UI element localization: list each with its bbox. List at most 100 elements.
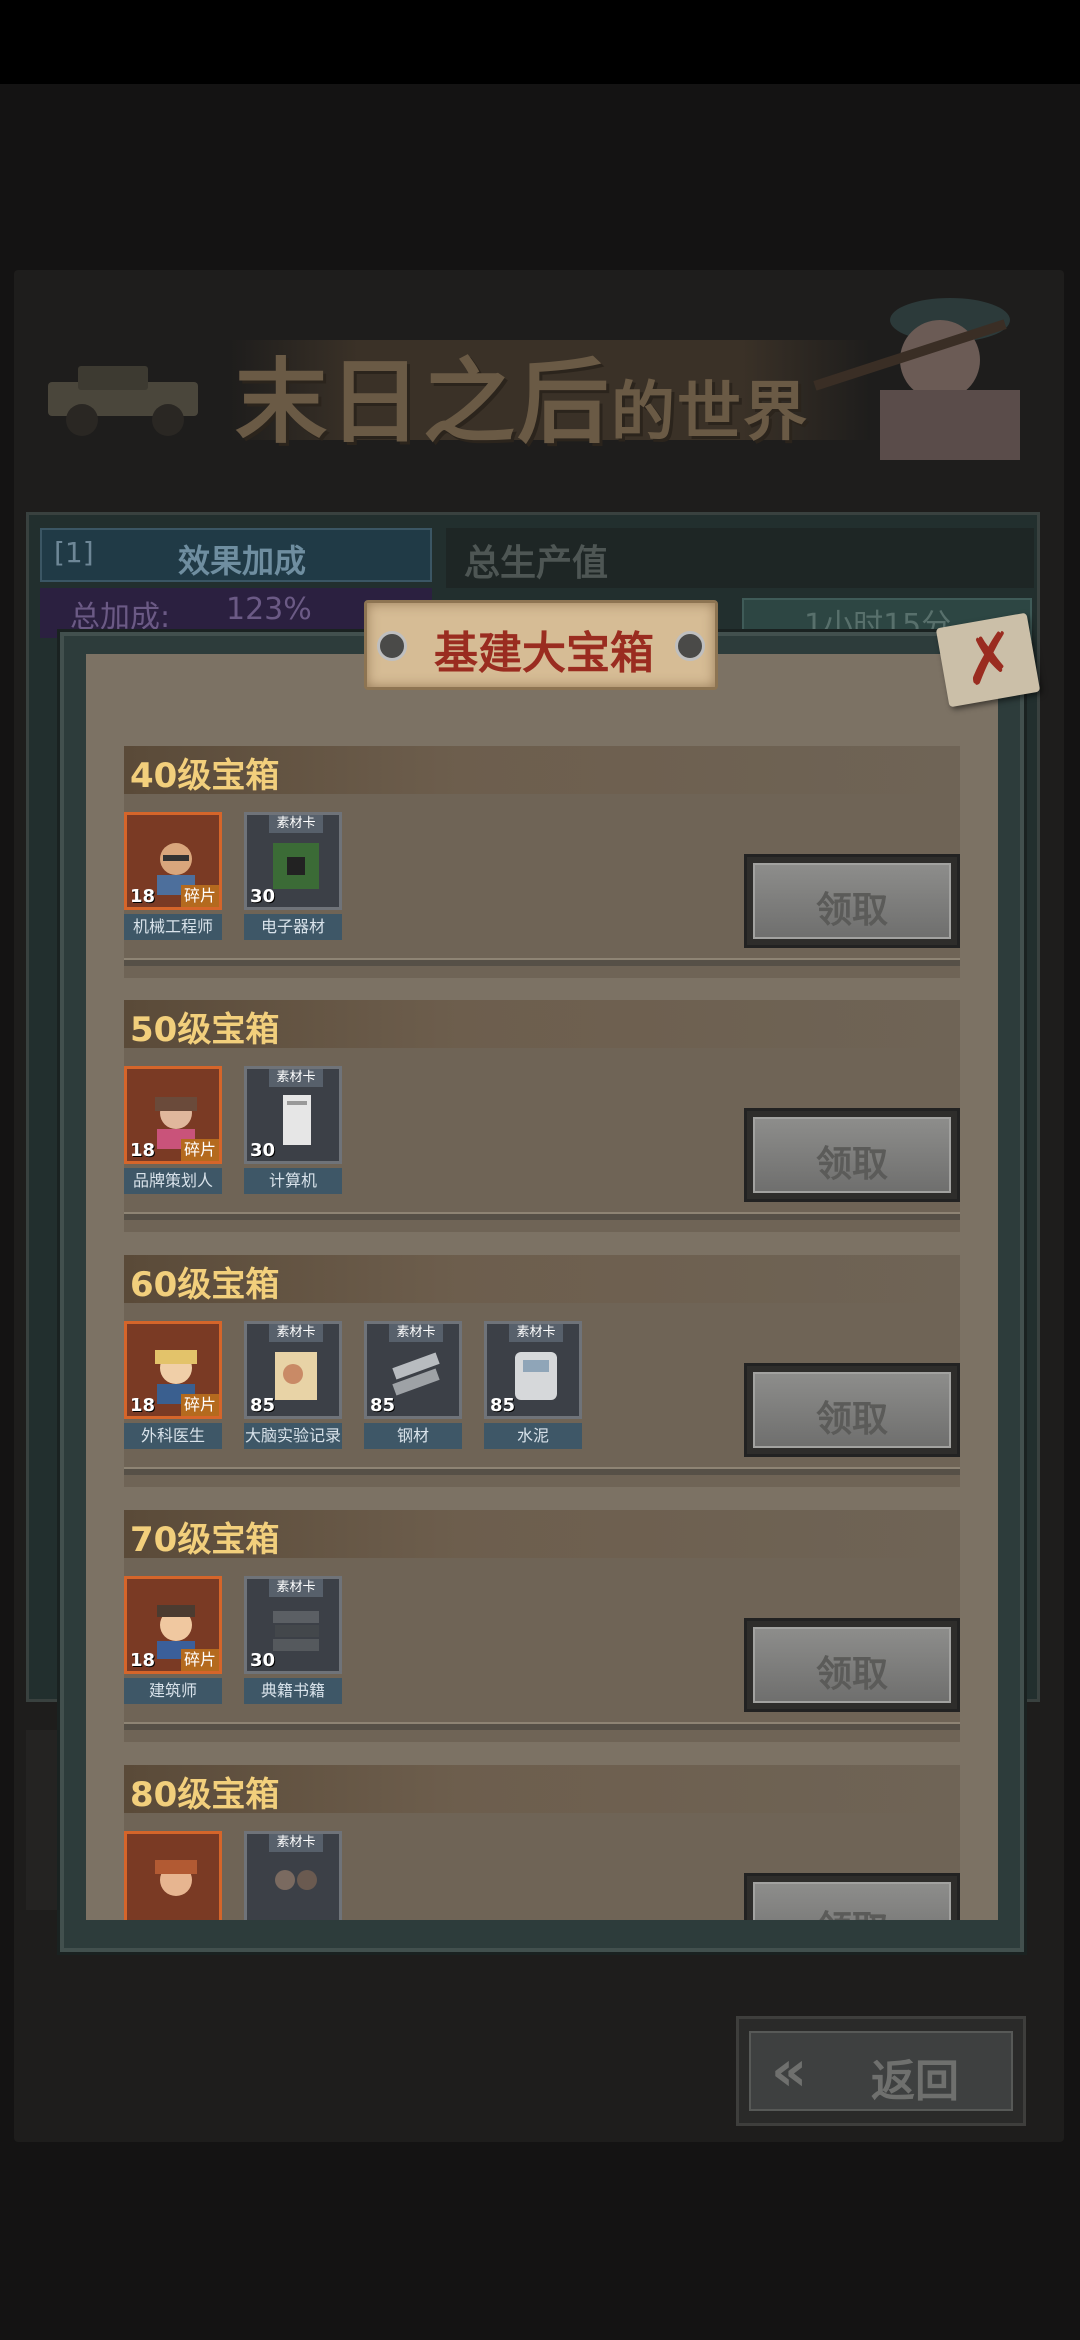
chest-section: 70级宝箱 18 碎片 建筑师 素材卡 30 典籍书籍 领取 — [124, 1510, 960, 1742]
section-divider — [124, 958, 960, 966]
fragment-tag: 碎片 — [180, 1139, 219, 1161]
reward-item[interactable]: 18 碎片 建筑师 — [124, 1576, 222, 1704]
section-divider — [124, 1212, 960, 1220]
reward-count: 85 — [370, 1395, 396, 1416]
reward-name: 水泥 — [484, 1423, 582, 1449]
chest-section: 60级宝箱 18 碎片 外科医生 素材卡 85 大脑实验记录 素材卡 85 钢材 — [124, 1255, 960, 1487]
reward-name: 典籍书籍 — [244, 1678, 342, 1704]
claim-button-label: 领取 — [815, 1144, 888, 1185]
total-output-label: 总生产值 — [464, 543, 609, 584]
claim-button[interactable]: 领取 — [744, 1618, 960, 1712]
back-button-label: 返回 — [871, 2056, 959, 2107]
architect-portrait-icon: 18 碎片 — [124, 1576, 222, 1674]
reward-count: 18 — [130, 886, 156, 907]
claim-button[interactable]: 领取 — [744, 1363, 960, 1457]
reward-count: 85 — [490, 1395, 516, 1416]
reward-item[interactable]: 18 碎片 外科医生 — [124, 1321, 222, 1449]
reward-item[interactable]: 素材卡 30 计算机 — [244, 1066, 342, 1194]
reward-item[interactable] — [124, 1831, 222, 1920]
fragment-tag: 碎片 — [180, 885, 219, 907]
reward-name: 外科医生 — [124, 1423, 222, 1449]
total-bonus-value: 123% — [226, 592, 312, 627]
section-divider — [124, 1467, 960, 1475]
back-arrow-icon: « — [771, 2039, 808, 2104]
reward-name: 钢材 — [364, 1423, 462, 1449]
material-card-tag: 素材卡 — [509, 1324, 563, 1342]
chest-section-title: 40级宝箱 — [130, 756, 280, 796]
claim-button[interactable]: 领取 — [744, 1108, 960, 1202]
material-card-tag: 素材卡 — [269, 1324, 323, 1342]
truck-icon — [48, 366, 198, 436]
chest-modal-content[interactable]: 40级宝箱 18 碎片 机械工程师 素材卡 30 电子器材 领取 50级宝箱 1… — [86, 654, 998, 1920]
reward-count: 18 — [130, 1395, 156, 1416]
material-card-tag: 素材卡 — [269, 815, 323, 833]
claim-button-face: 领取 — [753, 1882, 951, 1920]
chest-section-title: 50级宝箱 — [130, 1010, 280, 1050]
game-title: 末日之后的世界 — [235, 328, 809, 461]
claim-button-label: 领取 — [815, 1399, 888, 1440]
game-banner: 末日之后的世界 — [30, 280, 1050, 470]
chest-section-header: 40级宝箱 — [124, 746, 960, 796]
reward-name: 电子器材 — [244, 914, 342, 940]
planner-portrait-icon: 18 碎片 — [124, 1066, 222, 1164]
chest-section: 40级宝箱 18 碎片 机械工程师 素材卡 30 电子器材 领取 — [124, 746, 960, 978]
character-portrait-icon — [813, 298, 1020, 460]
reward-count: 18 — [130, 1140, 156, 1161]
reward-count: 18 — [130, 1650, 156, 1671]
material-card-tag: 素材卡 — [269, 1834, 323, 1852]
reward-item[interactable]: 素材卡 85 水泥 — [484, 1321, 582, 1449]
claim-button-label: 领取 — [755, 1900, 949, 1920]
steel-plates-icon: 素材卡 85 — [364, 1321, 462, 1419]
chest-section-header: 80级宝箱 — [124, 1765, 960, 1815]
cement-bag-icon: 素材卡 85 — [484, 1321, 582, 1419]
circuit-chip-icon: 素材卡 30 — [244, 812, 342, 910]
reward-count: 30 — [250, 886, 276, 907]
reward-item[interactable]: 素材卡 30 典籍书籍 — [244, 1576, 342, 1704]
effect-tab-index: [1] — [54, 536, 94, 569]
chest-section-header: 50级宝箱 — [124, 1000, 960, 1050]
chest-section-title: 60级宝箱 — [130, 1265, 280, 1305]
reward-item[interactable]: 18 碎片 品牌策划人 — [124, 1066, 222, 1194]
pipes-icon: 素材卡 — [244, 1831, 342, 1920]
back-button[interactable]: « 返回 — [736, 2016, 1026, 2126]
bolt-icon — [675, 631, 705, 661]
claim-button[interactable]: 领取 — [744, 854, 960, 948]
tab-effect-bonus[interactable]: [1] 效果加成 — [40, 528, 432, 582]
reward-item[interactable]: 18 碎片 机械工程师 — [124, 812, 222, 940]
game-title-small: 的世界 — [611, 375, 810, 450]
chest-section-title: 80级宝箱 — [130, 1775, 280, 1815]
close-button[interactable]: ✗ — [935, 612, 1041, 708]
close-icon: ✗ — [955, 616, 1024, 702]
claim-button-face: 领取 — [753, 863, 951, 939]
reward-name: 机械工程师 — [124, 914, 222, 940]
hero-portrait-icon — [124, 1831, 222, 1920]
tab-total-output[interactable]: 总生产值 — [446, 528, 1034, 588]
modal-title-plaque: 基建大宝箱 — [364, 600, 718, 690]
reward-name: 建筑师 — [124, 1678, 222, 1704]
effect-tab-label: 效果加成 — [178, 542, 307, 580]
section-divider — [124, 1722, 960, 1730]
claim-button-face: 领取 — [753, 1117, 951, 1193]
material-card-tag: 素材卡 — [269, 1579, 323, 1597]
modal-title: 基建大宝箱 — [434, 628, 654, 679]
reward-count: 30 — [250, 1140, 276, 1161]
material-card-tag: 素材卡 — [389, 1324, 443, 1342]
brain-notes-icon: 素材卡 85 — [244, 1321, 342, 1419]
reward-count: 30 — [250, 1650, 276, 1671]
game-title-main: 末日之后 — [235, 348, 612, 456]
fragment-tag: 碎片 — [180, 1394, 219, 1416]
status-bar — [0, 0, 1080, 84]
total-bonus-label: 总加成: — [70, 600, 171, 635]
reward-item[interactable]: 素材卡 — [244, 1831, 342, 1920]
chest-section-header: 60级宝箱 — [124, 1255, 960, 1305]
claim-button[interactable]: 领取 — [744, 1873, 960, 1920]
reward-count: 85 — [250, 1395, 276, 1416]
reward-item[interactable]: 素材卡 85 钢材 — [364, 1321, 462, 1449]
chest-section-title: 70级宝箱 — [130, 1520, 280, 1560]
reward-name: 大脑实验记录 — [244, 1423, 342, 1449]
reward-name: 计算机 — [244, 1168, 342, 1194]
reward-item[interactable]: 素材卡 85 大脑实验记录 — [244, 1321, 342, 1449]
reward-item[interactable]: 素材卡 30 电子器材 — [244, 812, 342, 940]
computer-tower-icon: 素材卡 30 — [244, 1066, 342, 1164]
book-stack-icon: 素材卡 30 — [244, 1576, 342, 1674]
